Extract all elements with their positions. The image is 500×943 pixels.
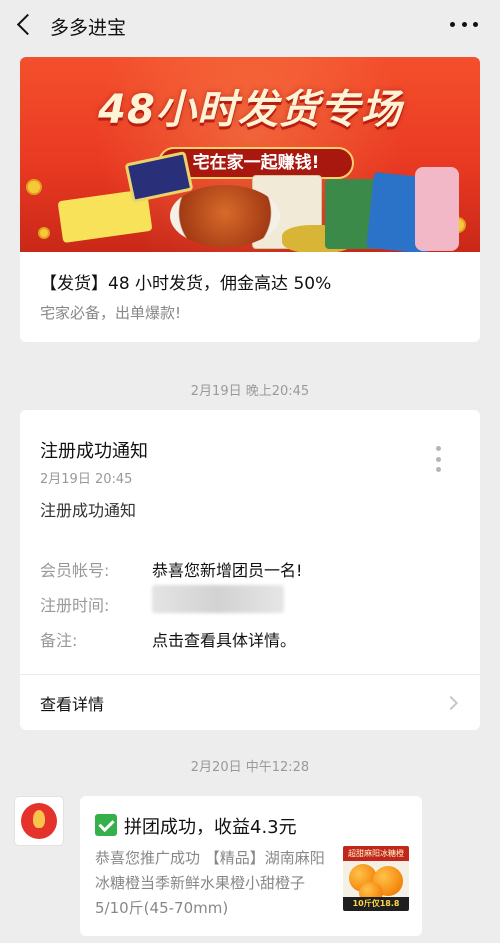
notification-card[interactable]: 注册成功通知 2月19日 20:45 注册成功通知 会员帐号: 恭喜您新增团员一… (20, 410, 480, 730)
coin-icon (38, 227, 50, 239)
chat-title: 多多进宝 (50, 17, 127, 39)
divider (20, 674, 480, 675)
timestamp: 2月20日 中午12:28 (190, 760, 310, 775)
kebab-menu-icon[interactable] (436, 446, 442, 472)
product-thumbnail[interactable]: 超甜麻阳冰糖橙 10斤仅18.8 (343, 846, 409, 911)
view-details-link[interactable]: 查看详情 (40, 691, 104, 715)
sender-avatar[interactable] (14, 796, 64, 846)
checkmark-icon (95, 814, 117, 836)
more-options-icon[interactable] (450, 14, 478, 34)
banner-headline: 48小时发货专场 (98, 87, 402, 133)
timestamp: 2月19日 晚上20:45 (190, 384, 310, 399)
row-label: 会员帐号: (40, 561, 110, 580)
product-image (415, 167, 459, 251)
article-title: 【发货】48 小时发货，佣金高达 50% (40, 274, 332, 294)
promo-article-card[interactable]: 48小时发货专场 宅在家一起赚钱! 【发货】48 小时发货，佣金高达 50% 宅… (20, 57, 480, 342)
row-value: 恭喜您新增团员一名! (152, 561, 303, 580)
chevron-right-icon (443, 695, 459, 711)
coin-icon (26, 179, 42, 195)
row-label: 注册时间: (40, 596, 110, 615)
redacted-value (152, 585, 284, 613)
chat-message-bubble[interactable]: 拼团成功，收益4.3元 恭喜您推广成功 【精品】湖南麻阳冰糖橙当季新鲜水果橙小甜… (80, 796, 422, 936)
article-subtitle: 宅家必备，出单爆款! (40, 304, 182, 322)
thumbnail-price: 10斤仅18.8 (343, 897, 409, 911)
message-description: 恭喜您推广成功 【精品】湖南麻阳冰糖橙当季新鲜水果橙小甜橙子5/10斤(45-7… (95, 849, 325, 917)
notification-title: 注册成功通知 (40, 441, 148, 462)
product-image (170, 185, 280, 247)
top-bar: 多多进宝 (0, 0, 500, 50)
thumbnail-caption: 超甜麻阳冰糖橙 (343, 846, 409, 861)
row-label: 备注: (40, 631, 78, 650)
notification-subtitle: 注册成功通知 (40, 501, 137, 520)
promo-banner-image: 48小时发货专场 宅在家一起赚钱! (20, 57, 480, 252)
row-value: 点击查看具体详情。 (152, 631, 297, 650)
notification-date: 2月19日 20:45 (40, 472, 133, 487)
message-title: 拼团成功，收益4.3元 (124, 817, 297, 838)
back-chevron-icon[interactable] (14, 12, 38, 38)
